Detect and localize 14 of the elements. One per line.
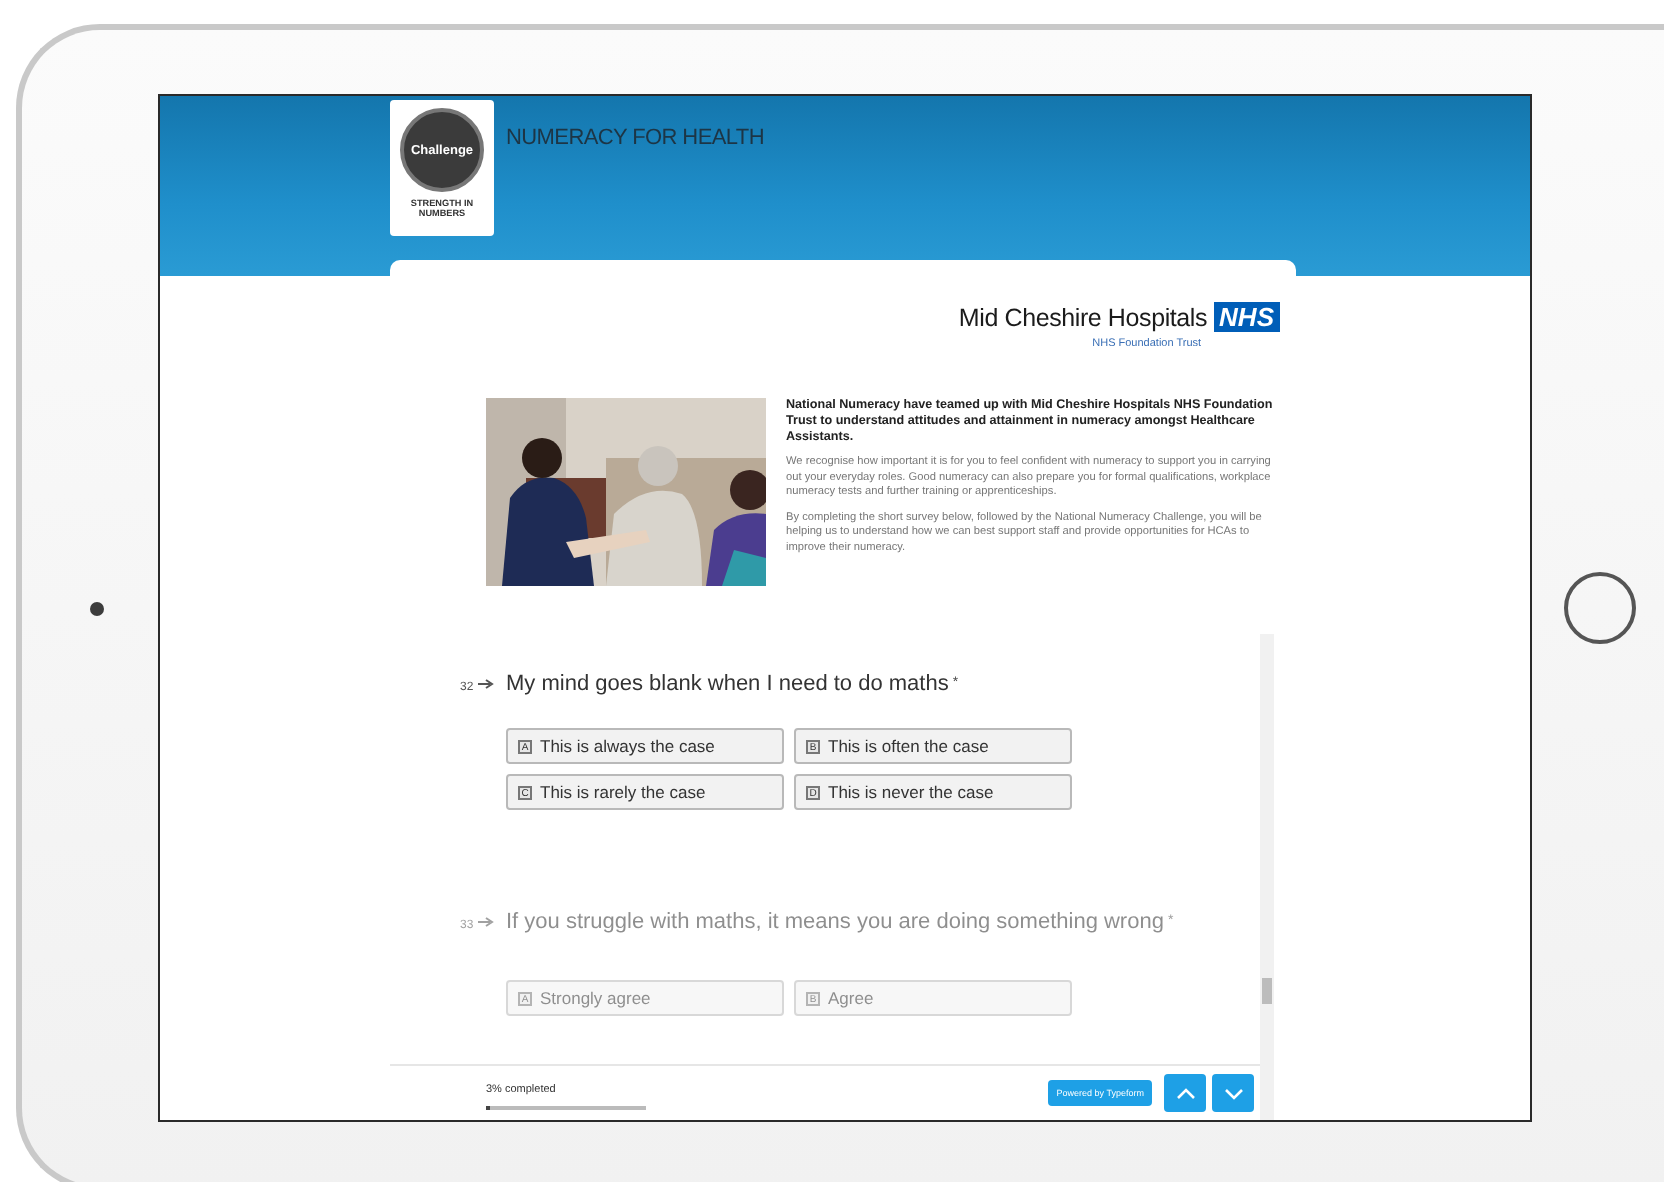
question-text: If you struggle with maths, it means you are doing something wrong [506, 910, 1164, 934]
chevron-down-icon [1223, 1085, 1243, 1101]
chevron-up-icon [1175, 1085, 1195, 1101]
home-button[interactable] [1564, 572, 1636, 644]
arrow-icon [478, 916, 494, 928]
previous-button[interactable] [1164, 1074, 1206, 1112]
hospital-name: Mid Cheshire Hospitals [958, 302, 1208, 334]
nhs-logo: NHS [1213, 302, 1280, 332]
arrow-icon [478, 678, 494, 690]
camera-dot [90, 601, 104, 615]
site-title: NUMERACY FOR HEALTH [506, 126, 764, 150]
question-text: My mind goes blank when I need to do maths [506, 672, 949, 696]
scrollbar[interactable] [1260, 634, 1274, 1120]
next-button[interactable] [1212, 1074, 1254, 1112]
